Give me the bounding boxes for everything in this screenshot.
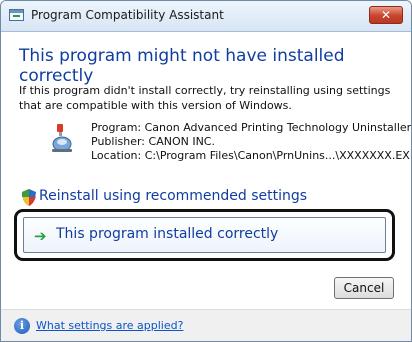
installer-program-icon (52, 124, 72, 152)
info-icon: i (14, 318, 30, 334)
program-location: Location: C:\Program Files\Canon\PrnUnin… (91, 149, 412, 162)
program-installed-correctly-option[interactable]: ➔ This program installed correctly (23, 217, 386, 253)
title-bar: Program Compatibility Assistant ✕ (1, 1, 411, 32)
dialog-heading: This program might not have installed co… (19, 46, 345, 86)
program-publisher: Publisher: CANON INC. (91, 135, 215, 148)
cancel-button[interactable]: Cancel (334, 277, 394, 299)
dialog-footer: i What settings are applied? (1, 309, 411, 341)
window-title: Program Compatibility Assistant (31, 8, 224, 22)
what-settings-link[interactable]: What settings are applied? (36, 319, 183, 332)
app-window-icon (9, 9, 24, 21)
close-button[interactable]: ✕ (369, 6, 403, 24)
arrow-right-icon: ➔ (34, 227, 47, 245)
dialog-description: If this program didn't install correctly… (19, 84, 391, 112)
shield-icon (22, 189, 36, 206)
program-details: Program: Canon Advanced Printing Technol… (91, 121, 412, 163)
reinstall-recommended-option[interactable]: Reinstall using recommended settings (39, 188, 307, 204)
option-label: This program installed correctly (56, 226, 279, 242)
program-name: Program: Canon Advanced Printing Technol… (91, 121, 412, 134)
compatibility-dialog: Program Compatibility Assistant ✕ This p… (0, 0, 412, 342)
